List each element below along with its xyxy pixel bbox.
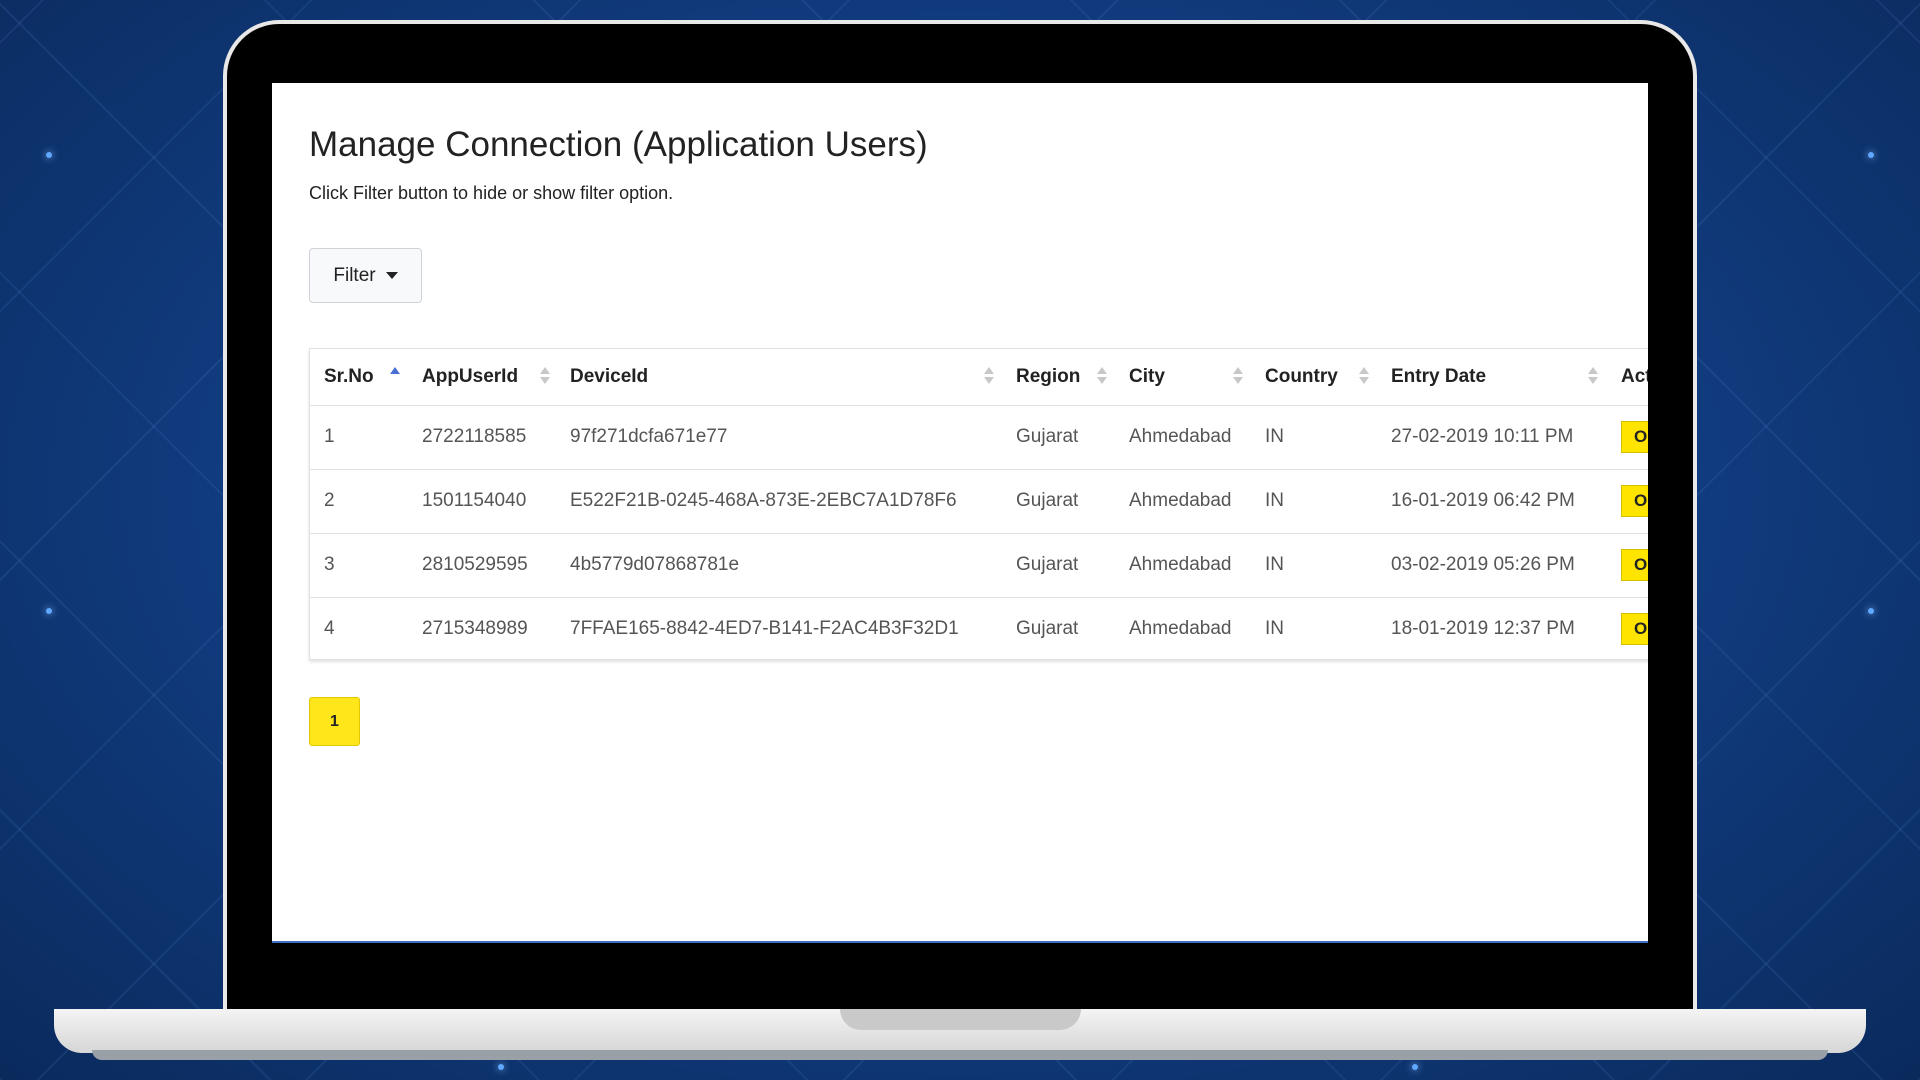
pagination-page-button[interactable]: 1 [309,697,360,746]
action-button[interactable]: O [1621,485,1648,517]
cell-deviceid: 4b5779d07868781e [556,533,1002,598]
sort-icon [540,367,550,389]
cell-action: O [1607,469,1648,534]
laptop-notch [840,1009,1081,1030]
cell-country: IN [1251,469,1377,534]
column-header-srno[interactable]: Sr.No [310,349,408,406]
cell-appuserid: 2715348989 [422,618,528,640]
cell-srno: 1 [310,405,408,470]
cell-entry-date: 27-02-2019 10:11 PM [1377,405,1607,470]
background-dot [1868,152,1874,158]
action-button[interactable]: O [1621,421,1648,453]
column-header-entry-date[interactable]: Entry Date [1377,349,1607,406]
cell-region: Gujarat [1016,618,1079,640]
column-header-region[interactable]: Region [1002,349,1115,406]
background-dot [1412,1064,1418,1070]
cell-appuserid: 1501154040 [408,469,556,534]
cell-entry-date: 16-01-2019 06:42 PM [1377,469,1607,534]
table-row: 2 1501154040 E522F21B-0245-468A-873E-2EB… [310,469,1648,534]
sort-icon [1588,367,1598,389]
background-dot [46,608,52,614]
column-header-appuserid[interactable]: AppUserId [408,349,556,406]
cell-action: O [1607,533,1648,598]
cell-appuserid: 2722118585 [408,405,556,470]
cell-region: Gujarat [1002,469,1115,534]
column-header-city[interactable]: City [1115,349,1251,406]
table-header-row: Sr.No AppUserId DeviceId Region City Cou… [310,349,1648,406]
action-button[interactable]: O [1621,613,1648,646]
cell-entry-date: 18-01-2019 12:37 PM [1391,618,1575,640]
background-dot [498,1064,504,1070]
cell-deviceid: 97f271dcfa671e77 [556,405,1002,470]
cell-appuserid: 2810529595 [408,533,556,598]
cell-deviceid: E522F21B-0245-468A-873E-2EBC7A1D78F6 [556,469,1002,534]
sort-icon [1359,367,1369,389]
cell-entry-date: 03-02-2019 05:26 PM [1377,533,1607,598]
cell-city: Ahmedabad [1115,405,1251,470]
cell-deviceid: 7FFAE165-8842-4ED7-B141-F2AC4B3F32D1 [570,618,959,640]
table-row: 4 2715348989 7FFAE165-8842-4ED7-B141-F2A… [310,597,1648,661]
caret-down-icon [385,272,398,279]
background-dot [46,152,52,158]
laptop-screen: Manage Connection (Application Users) Cl… [272,83,1648,943]
cell-srno: 4 [324,618,335,640]
background-dot [1868,608,1874,614]
action-button[interactable]: O [1621,549,1648,581]
column-header-action: Act [1607,349,1648,406]
filter-button-label: Filter [333,264,376,286]
cell-country: IN [1251,533,1377,598]
users-table: Sr.No AppUserId DeviceId Region City Cou… [309,348,1648,660]
cell-region: Gujarat [1002,533,1115,598]
sort-icon [1097,367,1107,389]
sort-icon [1233,367,1243,389]
cell-srno: 3 [310,533,408,598]
column-header-country[interactable]: Country [1251,349,1377,406]
sort-icon [984,367,994,389]
cell-city: Ahmedabad [1115,469,1251,534]
filter-button[interactable]: Filter [309,248,422,303]
cell-country: IN [1265,618,1284,640]
cell-city: Ahmedabad [1129,618,1232,640]
cell-country: IN [1251,405,1377,470]
page-subtitle: Click Filter button to hide or show filt… [309,183,674,203]
table-row: 3 2810529595 4b5779d07868781e Gujarat Ah… [310,533,1648,598]
cell-srno: 2 [310,469,408,534]
cell-region: Gujarat [1002,405,1115,470]
table-row: 1 2722118585 97f271dcfa671e77 Gujarat Ah… [310,405,1648,470]
cell-action: O [1607,597,1648,661]
cell-action: O [1607,405,1648,470]
cell-city: Ahmedabad [1115,533,1251,598]
sort-asc-icon [390,367,400,389]
column-header-deviceid[interactable]: DeviceId [556,349,1002,406]
page-title: Manage Connection (Application Users) [309,125,928,164]
laptop-base-foot [92,1050,1828,1060]
